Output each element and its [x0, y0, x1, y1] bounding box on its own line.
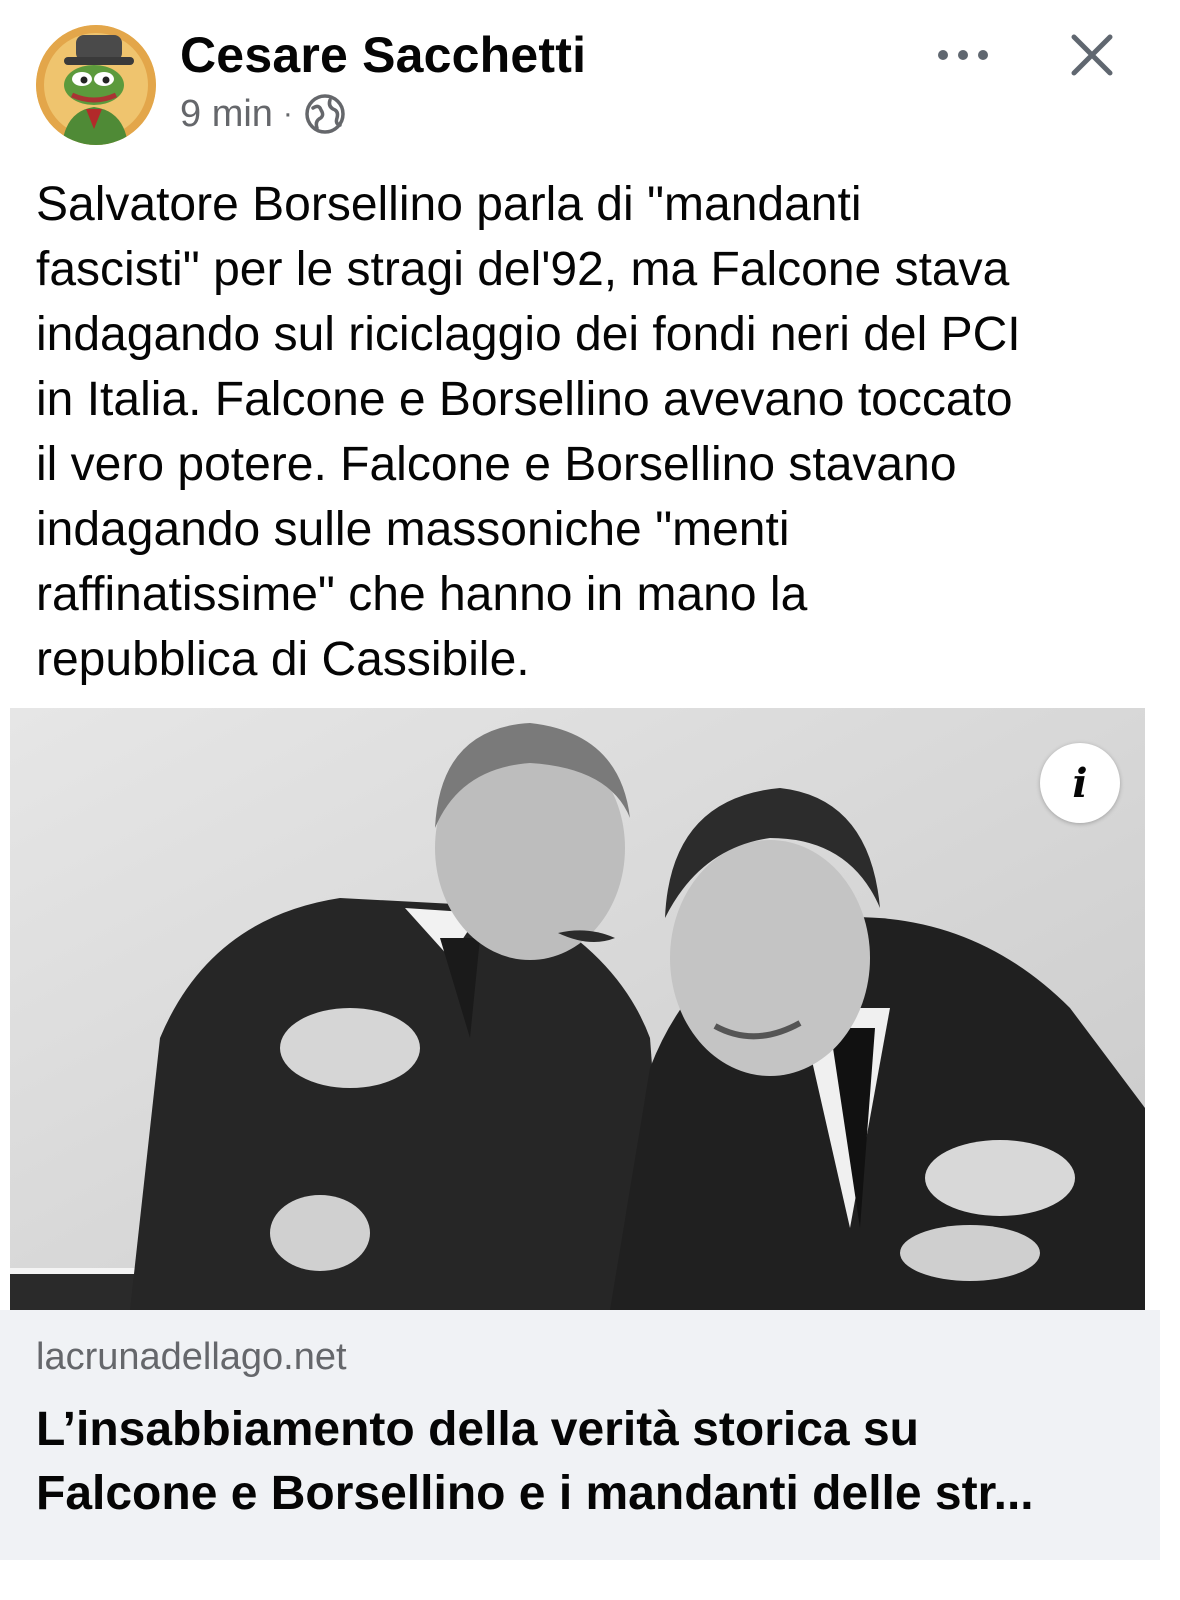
- info-button[interactable]: i: [1040, 743, 1120, 823]
- link-title-line: L’insabbiamento della verità storica su: [36, 1403, 919, 1456]
- more-options-button[interactable]: [930, 30, 996, 80]
- post-header: Cesare Sacchetti 9 min ·: [0, 0, 1180, 160]
- close-icon: [1071, 34, 1113, 76]
- meta-separator: ·: [282, 97, 293, 130]
- post-text-line: indagando sulle massoniche "menti: [36, 503, 790, 556]
- post-text-line: il vero potere. Falcone e Borsellino sta…: [36, 438, 957, 491]
- post-text-line: Salvatore Borsellino parla di "mandanti: [36, 178, 862, 231]
- close-button[interactable]: [1062, 25, 1122, 85]
- post-text: Salvatore Borsellino parla di "mandanti …: [36, 172, 1151, 692]
- link-title-line: Falcone e Borsellino e i mandanti delle …: [36, 1467, 1034, 1520]
- post-meta: 9 min ·: [180, 92, 347, 136]
- post-text-line: raffinatissime" che hanno in mano la: [36, 568, 808, 621]
- author-name[interactable]: Cesare Sacchetti: [180, 26, 586, 84]
- frog-avatar-icon: [36, 25, 156, 145]
- post-text-line: fascisti" per le stragi del'92, ma Falco…: [36, 243, 1010, 296]
- author-avatar[interactable]: [36, 25, 156, 145]
- link-preview-image[interactable]: [10, 708, 1145, 1310]
- post-text-line: in Italia. Falcone e Borsellino avevano …: [36, 373, 1013, 426]
- facebook-post: Cesare Sacchetti 9 min · Salvatore Borse…: [0, 0, 1180, 1600]
- link-domain: lacrunadellago.net: [36, 1336, 347, 1378]
- photo-two-men-illustration: [10, 708, 1145, 1310]
- link-title: L’insabbiamento della verità storica su …: [36, 1398, 1146, 1526]
- more-horizontal-icon: [938, 50, 988, 60]
- post-timestamp[interactable]: 9 min: [180, 93, 273, 136]
- post-text-line: repubblica di Cassibile.: [36, 633, 530, 686]
- globe-icon[interactable]: [303, 92, 347, 136]
- post-text-line: indagando sul riciclaggio dei fondi neri…: [36, 308, 1021, 361]
- link-preview-caption[interactable]: lacrunadellago.net L’insabbiamento della…: [0, 1310, 1160, 1560]
